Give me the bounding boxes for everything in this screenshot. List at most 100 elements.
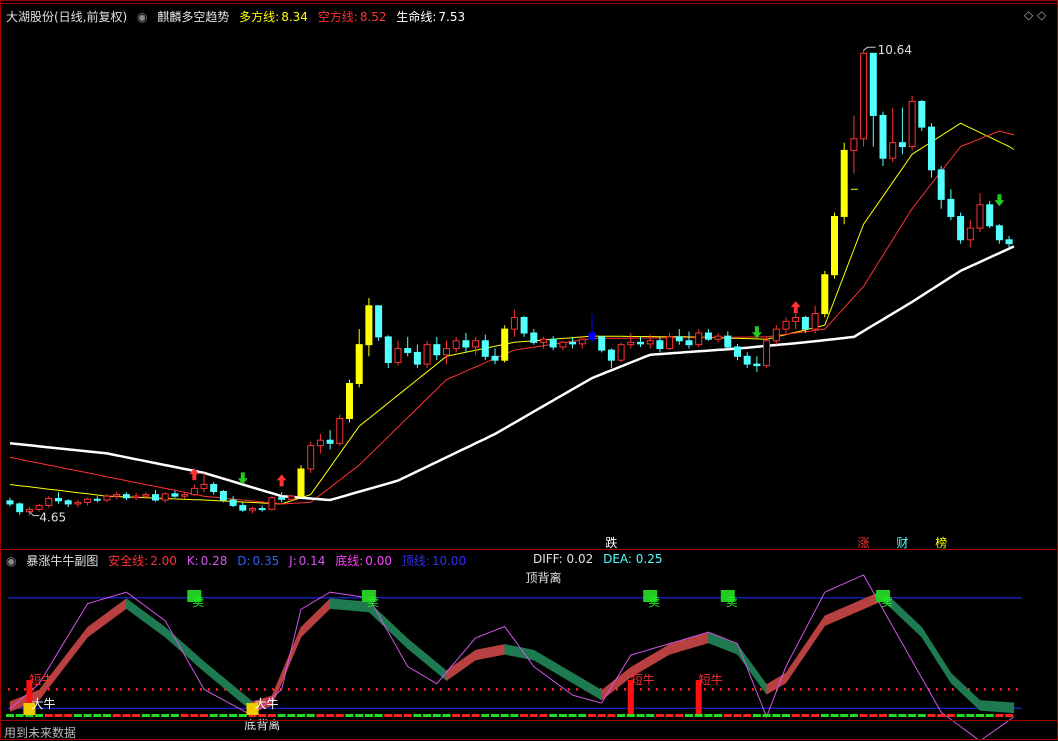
- diamond-icon[interactable]: ◇ ◇: [1024, 8, 1046, 22]
- candle-body: [375, 305, 383, 338]
- k-ribbon: [713, 634, 719, 648]
- candle-body: [25, 508, 33, 513]
- indicator-name[interactable]: 麒麟多空趋势: [157, 10, 229, 24]
- candle-body: [74, 501, 82, 505]
- candle-body: [695, 332, 703, 346]
- strip-bar: [461, 714, 470, 717]
- k-ribbon: [228, 681, 234, 697]
- strip-bar: [908, 714, 917, 717]
- k-ribbon: [693, 635, 699, 648]
- candle-body: [103, 495, 111, 501]
- strip-bar: [743, 714, 752, 717]
- kfx-value: 8.52: [359, 10, 387, 24]
- k-ribbon: [727, 640, 733, 653]
- candle-body: [860, 52, 868, 140]
- k-ribbon: [101, 612, 108, 627]
- candle-body: [947, 198, 955, 217]
- strip-bar: [432, 714, 441, 717]
- k-ribbon: [232, 685, 239, 701]
- candle-body: [219, 490, 227, 501]
- macd-readout: DIFF: 0.02 DEA: 0.25: [533, 552, 663, 566]
- candle-body: [346, 383, 353, 419]
- strip-bar: [73, 714, 82, 717]
- stock-chart[interactable]: 10.64 4.65 跌 涨 财 榜 卖 卖 卖 卖 卖短牛 短牛 短牛大牛 大牛 顶背离底背离: [0, 0, 1058, 740]
- strip-bar: [141, 714, 150, 717]
- k-ribbon: [732, 642, 738, 655]
- candle-body: [452, 340, 460, 350]
- k-ribbon: [291, 638, 297, 661]
- k-ribbon: [858, 598, 864, 612]
- candle-body: [792, 316, 800, 322]
- candle-body: [181, 494, 189, 497]
- strip-bar: [723, 714, 732, 717]
- strip-bar: [442, 714, 451, 717]
- sell-signal-label: 卖: [726, 595, 738, 609]
- strip-bar: [607, 714, 616, 717]
- k-ribbon: [853, 600, 859, 614]
- candle-body: [384, 336, 392, 364]
- k-ribbon: [339, 599, 345, 611]
- diff-label: DIFF:: [533, 552, 563, 566]
- strip-bar: [820, 714, 829, 717]
- k-ribbon: [475, 648, 481, 661]
- candle-body: [811, 313, 819, 330]
- k-ribbon: [674, 641, 680, 654]
- k-ribbon: [412, 642, 418, 658]
- kfx-label: 空方线:: [317, 10, 358, 24]
- candle-body: [307, 445, 315, 470]
- k-ribbon: [999, 701, 1005, 713]
- candle-body: [35, 504, 43, 510]
- candle-body: [646, 340, 654, 345]
- k-ribbon: [160, 623, 166, 638]
- k-ribbon: [504, 644, 510, 656]
- candle-body: [520, 316, 528, 334]
- strip-bar: [364, 714, 373, 717]
- strip-bar: [471, 714, 480, 717]
- k-ribbon: [970, 690, 976, 707]
- strip-bar: [966, 714, 975, 717]
- sub-indicator-name[interactable]: 暴涨牛牛副图: [26, 554, 98, 568]
- candle-body: [249, 508, 256, 511]
- k-ribbon: [616, 674, 622, 690]
- k-ribbon: [92, 619, 98, 635]
- gear-icon[interactable]: ◉: [137, 10, 147, 24]
- k-ribbon: [63, 651, 69, 670]
- strip-bar: [413, 714, 422, 717]
- candle-body: [734, 346, 741, 357]
- k-ribbon: [295, 627, 302, 649]
- strip-bar: [1005, 714, 1014, 717]
- candle-body: [278, 497, 286, 500]
- candle-body: [986, 204, 994, 227]
- k-ribbon: [203, 660, 210, 677]
- k-ribbon: [582, 678, 588, 692]
- strip-bar: [209, 714, 218, 717]
- k-ribbon: [106, 608, 113, 624]
- marker-96: 榜: [935, 535, 947, 550]
- strip-bar: [665, 714, 674, 717]
- k-ribbon: [310, 612, 316, 629]
- candle-body: [229, 499, 237, 506]
- dfx-value: 8.34: [281, 10, 308, 24]
- candle-body: [287, 495, 295, 500]
- stock-title[interactable]: 大湖股份(日线,前复权): [6, 10, 127, 24]
- k-ribbon: [785, 664, 792, 684]
- k-ribbon: [756, 670, 762, 689]
- k-ribbon: [465, 653, 471, 668]
- strip-bar: [267, 714, 276, 717]
- k-ribbon: [601, 685, 607, 701]
- strip-bar: [44, 714, 53, 717]
- candle-body: [763, 340, 771, 367]
- gear-icon[interactable]: ◉: [6, 554, 16, 568]
- strip-bar: [403, 714, 412, 717]
- strip-bar: [394, 714, 402, 717]
- strip-bar: [180, 714, 189, 717]
- marker-88: 涨: [858, 535, 870, 550]
- smx-label: 生命线:: [396, 10, 437, 24]
- k-ribbon: [116, 601, 122, 617]
- k-ribbon: [315, 607, 321, 624]
- sub-header: ◉ 暴涨牛牛副图 安全线: 2.00 K: 0.28 D: 0.35 J: 0.14 底…: [6, 552, 472, 569]
- candle-body: [685, 340, 693, 346]
- candle-body: [976, 204, 984, 229]
- strip-bar: [384, 714, 393, 717]
- k-ribbon: [994, 701, 1000, 713]
